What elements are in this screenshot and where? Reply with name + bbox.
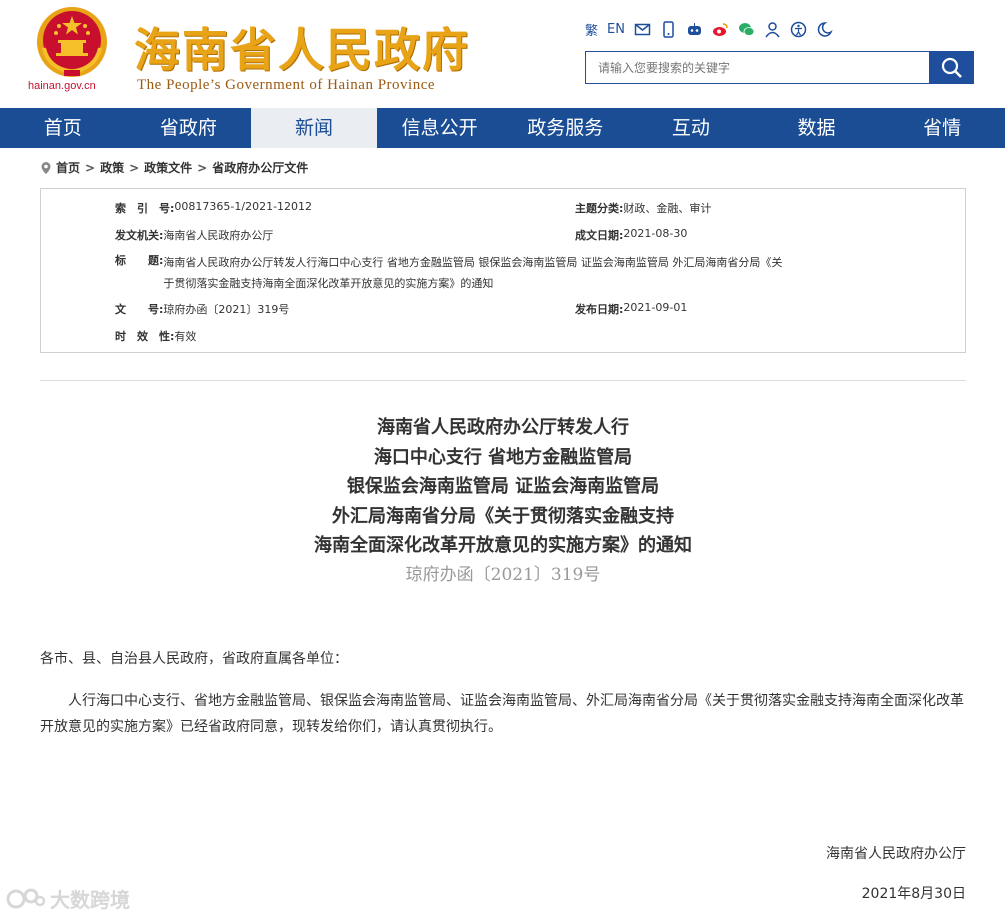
title-label: 标 题: [115,254,164,267]
robot-icon[interactable] [686,21,703,38]
elder-mode-icon[interactable] [816,21,833,38]
topic-label: 主题分类: [575,202,624,215]
mobile-icon[interactable] [660,20,677,38]
english-link[interactable]: EN [607,22,625,37]
title-value-line-2: 于贯彻落实金融支持海南全面深化改革开放意见的实施方案》的通知 [163,277,494,290]
search-button[interactable] [929,51,974,84]
accessibility-icon[interactable] [790,21,807,38]
breadcrumb-policy[interactable]: 政策 [100,159,124,176]
document-title: 海南省人民政府办公厅转发人行 海口中心支行 省地方金融监管局 银保监会海南监管局… [40,413,966,589]
breadcrumb-home[interactable]: 首页 [56,159,80,176]
watermark-logo-icon [6,888,46,908]
title-line: 银保监会海南监管局 证监会海南监管局 [346,476,660,497]
signer: 海南省人民政府办公厅 [826,846,966,862]
topic-value: 财政、金融、审计 [623,202,712,215]
publish-date-label: 发布日期: [575,303,624,316]
breadcrumb-policy-docs[interactable]: 政策文件 [144,159,192,176]
site-header: hainan.gov.cn 海南省人民政府 The People’s Gover… [0,0,1005,108]
nav-item-info-disclosure[interactable]: 信息公开 [377,108,503,148]
issuer-value: 海南省人民政府办公厅 [163,229,274,242]
weibo-icon[interactable] [712,21,729,38]
content-divider [40,380,966,381]
nav-item-home[interactable]: 首页 [0,108,126,148]
breadcrumb-office-docs[interactable]: 省政府办公厅文件 [212,159,308,176]
header-toolbar: 繁 EN [585,18,833,40]
breadcrumb-separator: > [197,160,208,175]
traditional-chinese-link[interactable]: 繁 [585,20,598,39]
doc-number-value: 琼府办函〔2021〕319号 [163,303,290,316]
nav-item-province-info[interactable]: 省情 [879,108,1005,148]
wechat-icon[interactable] [738,21,755,38]
nav-item-data[interactable]: 数据 [754,108,880,148]
title-line: 海南省人民政府办公厅转发人行 [377,417,629,438]
mail-icon[interactable] [634,21,651,38]
breadcrumb-separator: > [129,160,140,175]
created-date-label: 成文日期: [575,229,624,242]
search-icon [941,57,962,78]
validity-label: 时 效 性: [115,330,175,343]
created-date-value: 2021-08-30 [623,227,688,240]
breadcrumb: 首页 > 政策 > 政策文件 > 省政府办公厅文件 [40,159,308,176]
validity-value: 有效 [174,330,197,343]
national-emblem-icon[interactable] [34,4,110,80]
document-metadata: 索 引 号: 00817365-1/2021-12012 主题分类: 财政、金融… [40,188,966,353]
nav-item-news[interactable]: 新闻 [251,108,377,148]
search-input[interactable] [585,51,929,84]
title-line: 海口中心支行 省地方金融监管局 [373,446,633,468]
user-icon[interactable] [764,21,781,38]
nav-item-interaction[interactable]: 互动 [628,108,754,148]
title-value: 海南省人民政府办公厅转发人行海口中心支行 省地方金融监管局 银保监会海南监管局 … [163,252,782,294]
index-value: 00817365-1/2021-12012 [174,200,313,213]
brand-title[interactable]: 海南省人民政府 [134,14,470,80]
title-line: 外汇局海南省分局《关于贯彻落实金融支持 [332,505,674,527]
nav-item-government[interactable]: 省政府 [126,108,252,148]
doc-number-label: 文 号: [115,303,164,316]
body-paragraph: 人行海口中心支行、省地方金融监管局、银保监会海南监管局、证监会海南监管局、外汇局… [40,693,964,735]
index-label: 索 引 号: [115,202,175,215]
site-url: hainan.gov.cn [28,80,96,92]
title-line: 海南全面深化改革开放意见的实施方案》的通知 [314,535,692,556]
document-date: 2021年8月30日 [861,886,966,902]
location-pin-icon [41,161,51,174]
nav-item-services[interactable]: 政务服务 [503,108,629,148]
watermark-text: 大数跨境 [50,888,130,912]
publish-date-value: 2021-09-01 [623,301,688,314]
main-nav: 首页 省政府 新闻 信息公开 政务服务 互动 数据 省情 [0,108,1005,148]
title-value-line-1: 海南省人民政府办公厅转发人行海口中心支行 省地方金融监管局 银保监会海南监管局 … [163,256,783,269]
document-number: 琼府办函〔2021〕319号 [405,564,601,585]
issuer-label: 发文机关: [115,229,164,242]
breadcrumb-separator: > [85,160,96,175]
brand-subtitle: The People’s Government of Hainan Provin… [137,77,436,93]
salutation: 各市、县、自治县人民政府，省政府直属各单位： [40,651,348,667]
watermark: 大数跨境 [6,884,130,913]
